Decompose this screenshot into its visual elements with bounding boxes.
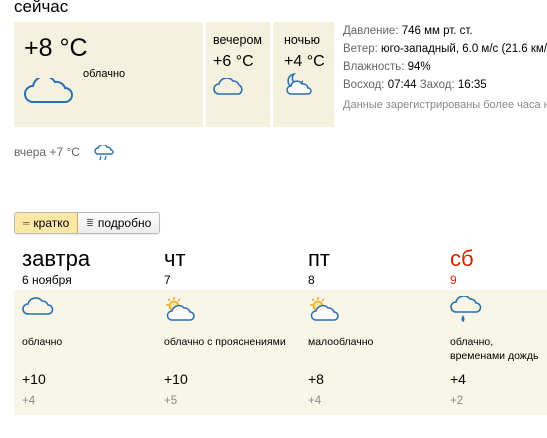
sunset-label: Заход: <box>419 79 455 91</box>
data-note: Данные зарегистрированы более часа назад <box>343 99 547 111</box>
detailed-label: подробно <box>97 216 152 230</box>
humidity-label: Влажность: <box>343 61 405 73</box>
forecast-day-temp: +8 <box>308 371 324 387</box>
forecast-condition: облачно, временами дождь <box>450 336 539 362</box>
sunrise-label: Восход: <box>343 79 385 91</box>
day-date: 7 <box>164 273 171 287</box>
forecast-cell-3: малооблачно +8 +4 <box>308 290 448 407</box>
forecast-night-temp: +5 <box>164 395 178 407</box>
cloud-icon <box>24 75 74 109</box>
page-title: сейчас <box>14 0 69 16</box>
wind-value: юго-западный, 6.0 м/с (21.6 км/ч) <box>381 43 547 55</box>
evening-temperature: +6 °C <box>213 53 254 70</box>
day-name: чт <box>164 246 186 271</box>
humidity-value: 94% <box>407 61 431 73</box>
forecast-day-2: чт 7 <box>164 246 186 288</box>
wind-row: Ветер: юго-западный, 6.0 м/с (21.6 км/ч) <box>343 40 547 58</box>
forecast-day-3: пт 8 <box>308 246 330 288</box>
day-name: пт <box>308 246 330 271</box>
day-date: 6 ноября <box>22 273 72 287</box>
brief-icon: ═ <box>23 218 30 228</box>
forecast-days: завтра 6 ноября чт 7 пт 8 сб 9 <box>14 247 547 291</box>
sunrise-value: 07:44 <box>387 79 417 91</box>
view-toggle: ═ кратко ≣ подробно <box>14 212 161 234</box>
forecast-night-temp: +4 <box>308 395 322 407</box>
pressure-label: Давление: <box>343 25 399 37</box>
forecast-day-1: завтра 6 ноября <box>22 246 91 288</box>
cloud-icon <box>22 296 162 326</box>
wind-label: Ветер: <box>343 43 378 55</box>
sun-row: Восход: 07:44 Заход: 16:35 <box>343 76 547 94</box>
pressure-row: Давление: 746 мм рт. ст. <box>343 22 547 40</box>
night-label: ночью <box>284 33 320 47</box>
detailed-button[interactable]: ≣ подробно <box>78 213 160 233</box>
detailed-icon: ≣ <box>86 217 94 228</box>
rain-cloud-icon <box>94 143 114 166</box>
sunset-value: 16:35 <box>457 79 487 91</box>
forecast-condition: облачно <box>22 336 63 348</box>
pressure-value: 746 мм рт. ст. <box>401 25 473 37</box>
current-condition: облачно <box>83 68 126 80</box>
moon-cloud-icon <box>284 72 314 101</box>
forecast-day-4: сб 9 <box>450 246 474 288</box>
day-name: сб <box>450 246 474 271</box>
day-date: 9 <box>450 273 457 287</box>
forecast-day-temp: +4 <box>450 371 466 387</box>
night-temperature: +4 °C <box>284 53 325 70</box>
humidity-row: Влажность: 94% <box>343 58 547 76</box>
brief-label: кратко <box>33 216 70 230</box>
forecast-condition: облачно с прояснениями <box>164 336 286 348</box>
forecast-band: облачно +10 +4 облачно с прояснениями +1… <box>14 290 547 415</box>
forecast-day-temp: +10 <box>164 371 188 387</box>
rain-cloud-icon <box>450 295 547 326</box>
day-name: завтра <box>22 246 91 271</box>
forecast-condition: малооблачно <box>308 336 374 348</box>
weather-details: Давление: 746 мм рт. ст. Ветер: юго-запа… <box>343 22 547 114</box>
evening-label: вечером <box>213 33 262 47</box>
forecast-night-temp: +4 <box>22 395 36 407</box>
forecast-cell-2: облачно с прояснениями +10 +5 <box>164 290 304 407</box>
day-date: 8 <box>308 273 315 287</box>
current-temperature: +8 °C <box>24 34 88 62</box>
yesterday-temperature: вчера +7 °C <box>14 145 80 159</box>
brief-button[interactable]: ═ кратко <box>15 213 79 233</box>
forecast-cell-4: облачно, временами дождь +4 +2 <box>450 290 547 407</box>
forecast-cell-1: облачно +10 +4 <box>22 290 162 407</box>
sun-cloud-icon <box>164 296 304 326</box>
cloud-icon <box>213 77 245 101</box>
forecast-night-temp: +2 <box>450 395 464 407</box>
forecast-day-temp: +10 <box>22 371 46 387</box>
sun-cloud-icon <box>308 296 448 326</box>
